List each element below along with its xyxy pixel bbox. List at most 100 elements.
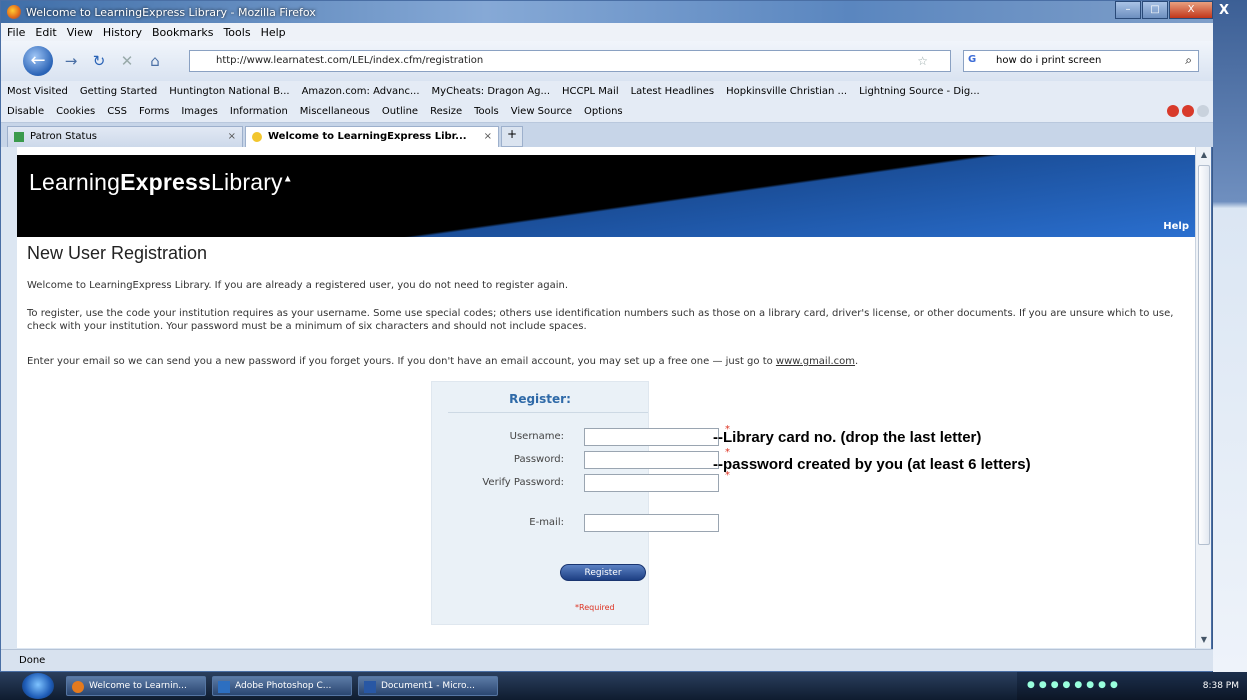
username-input[interactable] <box>584 428 719 446</box>
system-tray: ●●●●●●●● 8:38 PM <box>1017 672 1247 700</box>
title-bar: Welcome to LearningExpress Library - Moz… <box>1 1 1213 23</box>
status-bar: Done <box>1 649 1213 671</box>
scroll-up-icon[interactable]: ▲ <box>1196 147 1212 163</box>
address-bar[interactable]: http://www.learnatest.com/LEL/index.cfm/… <box>189 50 951 72</box>
help-link[interactable]: Help <box>1163 221 1189 232</box>
devtool-view-source[interactable]: View Source <box>511 106 572 117</box>
devtool-tools[interactable]: Tools <box>474 106 499 117</box>
browser-window: Welcome to LearningExpress Library - Moz… <box>0 0 1213 672</box>
taskbar-item-firefox[interactable]: Welcome to Learnin... <box>66 676 206 696</box>
scroll-thumb[interactable] <box>1198 165 1210 545</box>
username-label: Username: <box>509 431 564 442</box>
search-query: how do i print screen <box>996 55 1102 66</box>
desktop-background: X <box>1213 0 1247 672</box>
bookmark-item[interactable]: Amazon.com: Advanc... <box>302 86 420 97</box>
firefox-icon <box>7 5 21 19</box>
bookmark-item[interactable]: HCCPL Mail <box>562 86 619 97</box>
verify-password-input[interactable] <box>584 474 719 492</box>
maximize-button[interactable]: □ <box>1142 1 1168 19</box>
firefox-icon <box>72 681 84 693</box>
menu-history[interactable]: History <box>103 26 142 39</box>
required-note: *Required <box>575 603 615 612</box>
bookmark-item[interactable]: Getting Started <box>80 86 157 97</box>
search-icon[interactable]: ⌕ <box>1185 53 1192 68</box>
clock[interactable]: 8:38 PM <box>1203 681 1239 691</box>
gmail-link[interactable]: www.gmail.com <box>776 356 855 367</box>
bookmark-item[interactable]: Most Visited <box>7 86 68 97</box>
menu-edit[interactable]: Edit <box>35 26 56 39</box>
tab-label: Welcome to LearningExpress Libr... <box>268 131 467 142</box>
page-content: LearningExpressLibrary▲ Help New User Re… <box>17 147 1195 648</box>
page-title: New User Registration <box>27 243 208 263</box>
divider <box>448 412 648 413</box>
bookmark-item[interactable]: Lightning Source - Dig... <box>859 86 980 97</box>
close-icon[interactable]: X <box>1219 3 1229 18</box>
devtool-css[interactable]: CSS <box>107 106 127 117</box>
back-arrow-icon[interactable]: ← <box>23 46 53 76</box>
tab-patron-status[interactable]: Patron Status × <box>7 126 243 147</box>
home-icon[interactable]: ⌂ <box>145 51 165 71</box>
devbar-status-icons <box>1167 105 1209 117</box>
devtool-miscellaneous[interactable]: Miscellaneous <box>300 106 370 117</box>
menu-help[interactable]: Help <box>261 26 286 39</box>
navigation-toolbar: ← → ↻ ✕ ⌂ http://www.learnatest.com/LEL/… <box>1 41 1213 81</box>
menu-tools[interactable]: Tools <box>223 26 250 39</box>
bookmark-item[interactable]: Hopkinsville Christian ... <box>726 86 847 97</box>
stop-icon[interactable]: ✕ <box>117 51 137 71</box>
username-annotation: --Library card no. (drop the last letter… <box>713 429 982 446</box>
search-box[interactable]: G how do i print screen ⌕ <box>963 50 1199 72</box>
tab-strip: Patron Status × Welcome to LearningExpre… <box>1 123 1213 147</box>
devtool-images[interactable]: Images <box>181 106 218 117</box>
password-label: Password: <box>513 454 564 465</box>
warning-icon[interactable] <box>1182 105 1194 117</box>
taskbar: Welcome to Learnin... Adobe Photoshop C.… <box>0 672 1247 700</box>
vertical-scrollbar[interactable]: ▲ ▼ <box>1195 147 1211 648</box>
password-annotation: --password created by you (at least 6 le… <box>713 456 1031 473</box>
tab-label: Patron Status <box>30 131 98 142</box>
start-button[interactable] <box>22 673 54 699</box>
devtool-cookies[interactable]: Cookies <box>56 106 95 117</box>
minimize-button[interactable]: – <box>1115 1 1141 19</box>
site-logo[interactable]: LearningExpressLibrary▲ <box>29 169 293 196</box>
welcome-paragraph: Welcome to LearningExpress Library. If y… <box>27 280 569 291</box>
forward-arrow-icon[interactable]: → <box>61 51 81 71</box>
devtool-information[interactable]: Information <box>230 106 288 117</box>
register-button[interactable]: Register <box>560 564 646 581</box>
email-paragraph: Enter your email so we can send you a ne… <box>27 356 859 367</box>
error-icon[interactable] <box>1167 105 1179 117</box>
menu-bookmarks[interactable]: Bookmarks <box>152 26 213 39</box>
window-controls: – □ X <box>1114 1 1213 21</box>
taskbar-item-photoshop[interactable]: Adobe Photoshop C... <box>212 676 352 696</box>
devtool-options[interactable]: Options <box>584 106 623 117</box>
bookmark-star-icon[interactable]: ☆ <box>917 54 928 68</box>
devtool-resize[interactable]: Resize <box>430 106 462 117</box>
devtool-disable[interactable]: Disable <box>7 106 44 117</box>
close-tab-icon[interactable]: × <box>228 131 236 142</box>
bookmark-item[interactable]: MyCheats: Dragon Ag... <box>432 86 550 97</box>
register-form: Register: Username: * Password: * Verify… <box>431 381 730 625</box>
word-icon <box>364 681 376 693</box>
tray-icons[interactable]: ●●●●●●●● <box>1027 680 1122 690</box>
close-button[interactable]: X <box>1169 1 1213 19</box>
bookmarks-toolbar: Most Visited Getting Started Huntington … <box>1 81 1213 101</box>
instructions-paragraph: To register, use the code your instituti… <box>27 308 1174 332</box>
taskbar-item-word[interactable]: Document1 - Micro... <box>358 676 498 696</box>
devtool-forms[interactable]: Forms <box>139 106 169 117</box>
scroll-down-icon[interactable]: ▼ <box>1196 632 1212 648</box>
bookmark-item[interactable]: Huntington National B... <box>169 86 289 97</box>
tab-learningexpress[interactable]: Welcome to LearningExpress Libr... × <box>245 126 499 147</box>
email-label: E-mail: <box>529 517 564 528</box>
new-tab-button[interactable]: + <box>501 126 523 147</box>
reload-icon[interactable]: ↻ <box>89 51 109 71</box>
menu-file[interactable]: File <box>7 26 25 39</box>
menu-bar: File Edit View History Bookmarks Tools H… <box>1 23 1213 41</box>
google-search-icon[interactable]: G <box>968 54 976 65</box>
email-input[interactable] <box>584 514 719 532</box>
bookmark-item[interactable]: Latest Headlines <box>631 86 715 97</box>
password-input[interactable] <box>584 451 719 469</box>
menu-view[interactable]: View <box>67 26 93 39</box>
info-icon[interactable] <box>1197 105 1209 117</box>
devtool-outline[interactable]: Outline <box>382 106 418 117</box>
close-tab-icon[interactable]: × <box>484 131 492 142</box>
page-icon <box>252 132 262 142</box>
